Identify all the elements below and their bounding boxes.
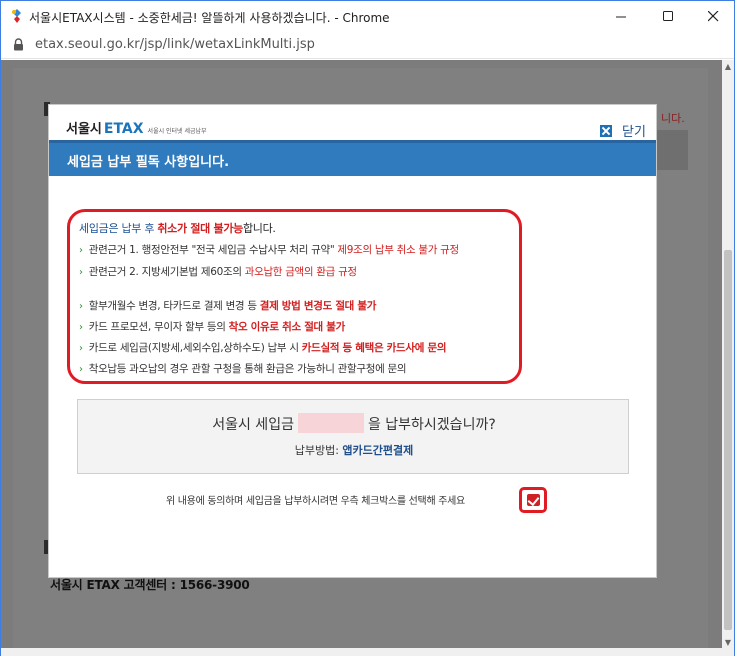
scroll-down-arrow-icon[interactable]: ▼ xyxy=(722,638,734,650)
logo-subtitle: 서울시 인터넷 세금납부 xyxy=(147,128,207,135)
maximize-icon xyxy=(663,10,673,21)
notice-item: › 카드로 세입금(지방세,세외수입,상하수도) 납부 시 카드실적 등 혜택은 … xyxy=(79,340,447,355)
agree-checkbox[interactable] xyxy=(519,487,547,513)
minimize-button[interactable] xyxy=(599,1,644,31)
scroll-thumb[interactable] xyxy=(724,250,732,630)
arrow-bullet-icon: › xyxy=(79,245,83,256)
notice-item-text: 카드로 세입금(지방세,세외수입,상하수도) 납부 시 xyxy=(88,342,302,354)
close-icon xyxy=(708,10,719,21)
notice-lead-part-1: 세입금은 납부 후 xyxy=(79,222,158,235)
question-prefix: 서울시 세입금 xyxy=(212,417,294,433)
modal-header: 세입금 납부 필독 사항입니다. xyxy=(49,140,656,176)
horizontal-scrollbar[interactable] xyxy=(1,648,722,656)
etax-logo: 서울시 ETAX 서울시 인터넷 세금납부 xyxy=(66,118,207,137)
logo-accent-text: ETAX xyxy=(103,121,144,137)
arrow-bullet-icon: › xyxy=(79,364,83,375)
notice-item: › 관련근거 1. 행정안전부 "전국 세입금 수납사무 처리 규약" 제9조의 … xyxy=(79,242,459,257)
notice-lead: 세입금은 납부 후 취소가 절대 불가능합니다. xyxy=(79,220,276,236)
lock-icon xyxy=(14,38,23,51)
modal-close-button[interactable]: 닫기 xyxy=(600,121,646,140)
vertical-scrollbar[interactable]: ▲ ▼ xyxy=(722,60,734,656)
url-text[interactable]: etax.seoul.go.kr/jsp/link/wetaxLinkMulti… xyxy=(35,37,315,52)
arrow-bullet-icon: › xyxy=(79,301,83,312)
notice-item: › 할부개월수 변경, 타카드로 결제 변경 등 결제 방법 변경도 절대 불가 xyxy=(79,298,376,313)
customer-center-footer: 서울시 ETAX 고객센터 : 1566-3900 xyxy=(50,578,250,592)
notice-item-emphasis: 제9조의 납부 취소 불가 규정 xyxy=(337,244,459,256)
arrow-bullet-icon: › xyxy=(79,322,83,333)
notice-item: › 카드 프로모션, 무이자 할부 등의 착오 이유로 취소 절대 불가 xyxy=(79,319,345,334)
payment-method-value: 앱카드간편결제 xyxy=(342,444,414,457)
question-suffix: 을 납부하시겠습니까? xyxy=(367,417,496,433)
arrow-bullet-icon: › xyxy=(79,343,83,354)
notice-box: 세입금은 납부 후 취소가 절대 불가능합니다. › 관련근거 1. 행정안전부 … xyxy=(67,209,522,384)
background-red-note: 니다. xyxy=(661,112,685,125)
arrow-bullet-icon: › xyxy=(79,267,83,278)
close-window-button[interactable] xyxy=(691,1,735,31)
notice-item-text: 관련근거 2. 지방세기본법 제60조의 xyxy=(88,266,245,278)
notice-item-emphasis: 착오 이유로 취소 절대 불가 xyxy=(228,321,346,333)
notice-lead-part-2: 합니다. xyxy=(242,222,276,235)
notice-item: › 관련근거 2. 지방세기본법 제60조의 과오납한 금액의 환급 규정 xyxy=(79,264,357,279)
notice-item-emphasis: 과오납한 금액의 환급 규정 xyxy=(244,266,357,278)
title-bar: 서울시ETAX시스템 - 소중한세금! 알뜰하게 사용하겠습니다. - Chro… xyxy=(1,1,734,31)
notice-item: › 착오납등 과오납의 경우 관할 구청을 통해 환급은 가능하니 관할구청에 문… xyxy=(79,361,407,376)
etax-app-icon xyxy=(12,9,21,23)
checkmark-icon xyxy=(527,494,540,506)
modal-close-label[interactable]: 닫기 xyxy=(622,121,646,140)
logo-main-text: 서울시 xyxy=(66,122,102,137)
masked-amount xyxy=(297,413,364,433)
agree-instruction: 위 내용에 동의하며 세입금을 납부하시려면 우측 체크박스를 선택해 주세요 xyxy=(166,496,465,507)
notice-item-emphasis: 결제 방법 변경도 절대 불가 xyxy=(259,300,377,312)
modal-header-title: 세입금 납부 필독 사항입니다. xyxy=(67,155,230,170)
address-bar[interactable]: etax.seoul.go.kr/jsp/link/wetaxLinkMulti… xyxy=(1,31,734,59)
payment-method-label: 납부방법: xyxy=(294,444,343,457)
maximize-button[interactable] xyxy=(646,1,691,31)
close-box-icon xyxy=(600,124,612,137)
notice-lead-emphasis: 취소가 절대 불가능 xyxy=(157,222,243,235)
notice-item-text: 관련근거 1. 행정안전부 "전국 세입금 수납사무 처리 규약" xyxy=(88,244,338,256)
background-panel xyxy=(656,130,688,170)
notice-item-text: 카드 프로모션, 무이자 할부 등의 xyxy=(88,321,229,333)
notice-item-text: 할부개월수 변경, 타카드로 결제 변경 등 xyxy=(88,300,260,312)
payment-question: 서울시 세입금 을 납부하시겠습니까? xyxy=(78,413,630,435)
notice-item-emphasis: 카드실적 등 혜택은 카드사에 문의 xyxy=(301,342,447,354)
payment-notice-modal: 서울시 ETAX 서울시 인터넷 세금납부 닫기 세입금 납부 필독 사항입니다… xyxy=(48,104,657,578)
window-title: 서울시ETAX시스템 - 소중한세금! 알뜰하게 사용하겠습니다. - Chro… xyxy=(29,11,390,25)
scroll-up-arrow-icon[interactable]: ▲ xyxy=(722,62,734,74)
payment-confirm-box: 서울시 세입금 을 납부하시겠습니까? 납부방법: 앱카드간편결제 xyxy=(77,399,629,474)
browser-window: 서울시ETAX시스템 - 소중한세금! 알뜰하게 사용하겠습니다. - Chro… xyxy=(0,0,735,656)
payment-method: 납부방법: 앱카드간편결제 xyxy=(78,442,630,458)
minimize-icon xyxy=(616,16,626,17)
notice-item-text: 착오납등 과오납의 경우 관할 구청을 통해 환급은 가능하니 관할구청에 문의 xyxy=(88,363,407,375)
